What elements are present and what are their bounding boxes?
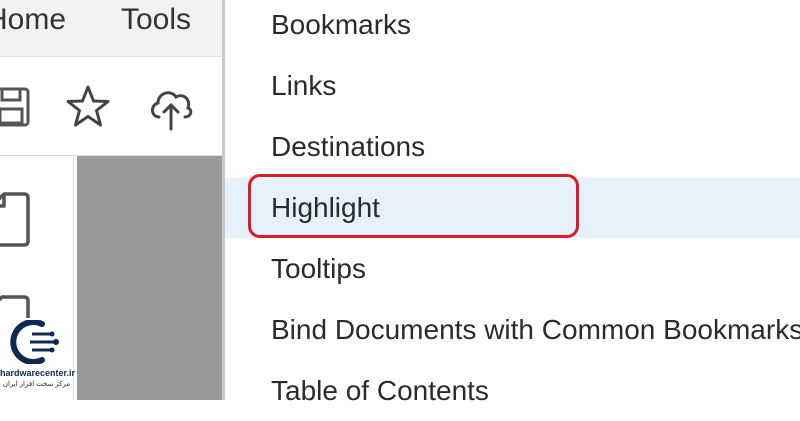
page-icon[interactable]	[0, 192, 30, 247]
menu-item-table-of-contents[interactable]: Table of Contents	[225, 361, 800, 421]
tab-tools[interactable]: Tools	[121, 0, 191, 40]
save-icon[interactable]	[0, 83, 38, 131]
annotation-highlight-box	[248, 174, 579, 238]
menu-item-tooltips[interactable]: Tooltips	[225, 239, 800, 299]
menu-item-label: Tooltips	[271, 253, 366, 284]
logo-subtitle: مرکز سخت افزار ایران	[2, 381, 71, 388]
document-area	[77, 156, 222, 400]
menu-item-label: Bind Documents with Common Bookmarks...	[271, 314, 800, 345]
circuit-logo-icon	[10, 320, 59, 364]
watermark-logo: hardwarecenter.ir مرکز سخت افزار ایران	[0, 318, 76, 394]
menu-item-bind-documents[interactable]: Bind Documents with Common Bookmarks...	[225, 300, 800, 360]
menu-item-destinations[interactable]: Destinations	[225, 117, 800, 177]
menu-item-label: Bookmarks	[271, 9, 412, 40]
tab-bar: Home Tools	[0, 0, 222, 57]
star-icon[interactable]	[64, 83, 112, 131]
menu-item-links[interactable]: Links	[225, 56, 800, 116]
menu-item-label: Links	[271, 70, 337, 101]
menu-item-label: Table of Contents	[271, 375, 489, 406]
logo-title: hardwarecenter.ir	[0, 368, 76, 378]
cloud-upload-icon[interactable]	[147, 83, 195, 131]
menu-item-bookmarks[interactable]: Bookmarks	[225, 0, 800, 55]
menu-item-label: Destinations	[271, 131, 426, 162]
tab-home[interactable]: Home	[0, 0, 66, 40]
